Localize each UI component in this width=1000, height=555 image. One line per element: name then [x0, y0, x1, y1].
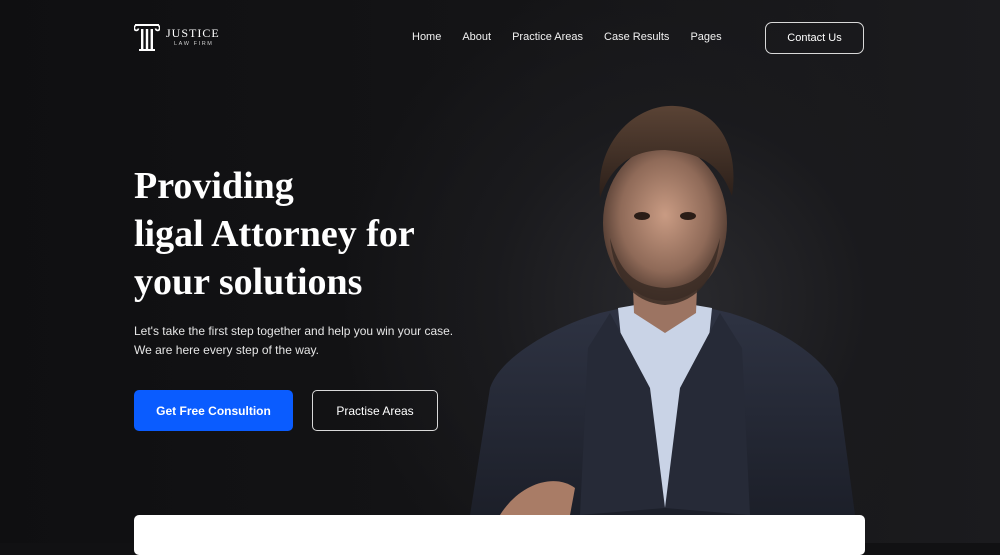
nav-item-pages[interactable]: Pages: [690, 31, 721, 43]
hero-description: Let's take the first step together and h…: [134, 324, 454, 357]
free-consultation-button[interactable]: Get Free Consultion: [134, 390, 293, 431]
contact-us-button[interactable]: Contact Us: [765, 22, 864, 54]
content-panel: [134, 515, 865, 555]
brand-tagline: LAW FIRM: [174, 40, 214, 47]
nav-item-practice-areas[interactable]: Practice Areas: [512, 31, 583, 43]
brand-text: JUSTICE LAW FIRM: [166, 27, 220, 48]
attorney-portrait: [470, 105, 855, 515]
nav-item-case-results[interactable]: Case Results: [604, 31, 669, 43]
nav-item-about[interactable]: About: [462, 31, 491, 43]
practise-areas-button[interactable]: Practise Areas: [312, 390, 438, 431]
pillar-icon: [134, 24, 160, 51]
hero-headline: Providing ligal Attorney for your soluti…: [134, 162, 494, 306]
main-nav: Home About Practice Areas Case Results P…: [412, 31, 743, 43]
brand-name: JUSTICE: [166, 25, 220, 40]
brand-logo[interactable]: JUSTICE LAW FIRM: [134, 22, 220, 52]
headline-line-2: ligal Attorney for: [134, 213, 415, 255]
headline-line-3: your solutions: [134, 261, 363, 303]
nav-item-home[interactable]: Home: [412, 31, 441, 43]
headline-line-1: Providing: [134, 165, 294, 207]
